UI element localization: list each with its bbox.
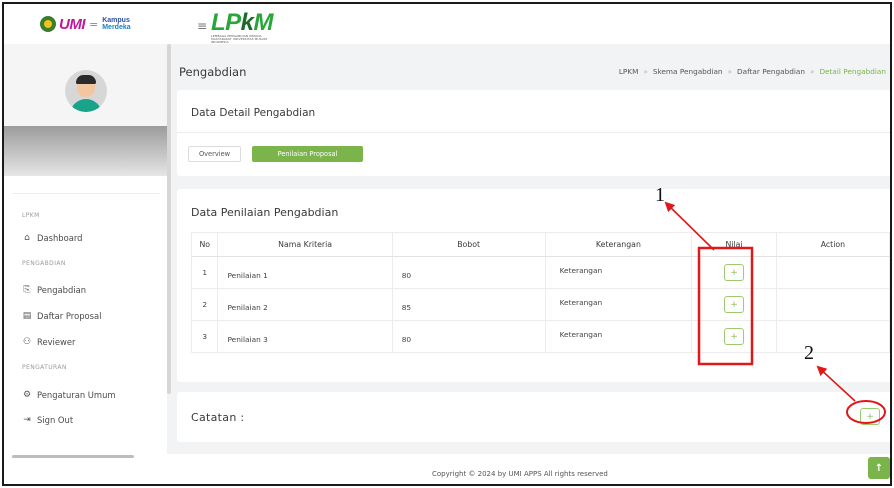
page-title: Pengabdian	[179, 65, 247, 79]
tab-overview[interactable]: Overview	[188, 146, 241, 162]
sidebar-item-label: Pengaturan Umum	[37, 389, 116, 400]
sidebar-item-label: Daftar Proposal	[37, 310, 102, 321]
cell-nilai: +	[691, 320, 777, 353]
column-header: Keterangan	[544, 232, 692, 257]
cell-action	[775, 256, 890, 289]
hamburger-icon[interactable]: ≡	[197, 19, 207, 33]
lpkm-logo[interactable]: LPkM LEMBAGA PENGABDIAN KEPADA MASYARAKA…	[211, 11, 279, 44]
topbar: ≡ LPkM LEMBAGA PENGABDIAN KEPADA MASYARA…	[167, 4, 890, 44]
penilaian-card-title: Data Penilaian Pengabdian	[191, 206, 339, 219]
add-nilai-button[interactable]: +	[724, 296, 745, 313]
sidebar-menu: LPKM ⌂ Dashboard PENGABDIAN ⎘ Pengabdian…	[4, 194, 167, 426]
cell-keterangan: Keterangan	[544, 256, 692, 289]
penilaian-card: Data Penilaian Pengabdian No Nama Kriter…	[177, 189, 890, 382]
catatan-label: Catatan :	[191, 411, 245, 424]
sidebar-item-label: Sign Out	[37, 414, 74, 425]
document-icon: ▤	[22, 310, 32, 321]
cell-nilai: +	[691, 288, 777, 321]
cell-bobot: 80	[391, 256, 546, 289]
annotation-label-2: 2	[804, 342, 814, 364]
sidebar-item-dashboard[interactable]: ⌂ Dashboard	[4, 231, 167, 244]
cell-keterangan: Keterangan	[544, 320, 692, 353]
sidebar-scrollbar-horizontal[interactable]	[12, 455, 134, 458]
breadcrumb-item[interactable]: Daftar Pengabdian	[737, 67, 805, 76]
sidebar-item-label: Pengabdian	[37, 284, 87, 295]
avatar[interactable]	[65, 70, 107, 112]
cell-nama-kriteria: Penilaian 1	[217, 256, 393, 289]
cell-action	[775, 320, 890, 353]
breadcrumb-separator: »	[809, 67, 815, 76]
add-nilai-button[interactable]: +	[724, 264, 745, 281]
cell-action	[775, 288, 890, 321]
sidebar: UMI = Kampus Merdeka LPKM ⌂ Dashboard PE…	[4, 4, 167, 484]
lpkm-logo-text: LPkM	[211, 9, 274, 36]
clipboard-icon: ⎘	[23, 284, 31, 295]
breadcrumb-item[interactable]: LPKM	[619, 67, 639, 76]
column-header: Nama Kriteria	[217, 232, 393, 257]
add-nilai-button[interactable]: +	[724, 328, 745, 345]
cell-bobot: 85	[391, 288, 546, 321]
user-icon: ⚇	[22, 336, 32, 347]
table-row: 2 Penilaian 2 85 Keterangan +	[190, 288, 890, 321]
cell-keterangan: Keterangan	[544, 288, 692, 321]
section-lpkm: LPKM	[22, 212, 40, 219]
cell-nama-kriteria: Penilaian 2	[217, 288, 393, 321]
sidebar-item-pengabdian[interactable]: ⎘ Pengabdian	[4, 283, 167, 296]
table-row: 3 Penilaian 3 80 Keterangan +	[190, 320, 890, 353]
home-icon: ⌂	[24, 232, 30, 243]
annotation-label-1: 1	[655, 184, 665, 206]
sidebar-item-label: Reviewer	[37, 336, 76, 347]
breadcrumb-current: Detail Pengabdian	[819, 67, 886, 76]
page-header: Pengabdian LPKM » Skema Pengabdian » Daf…	[167, 44, 890, 88]
table-row: 1 Penilaian 1 80 Keterangan +	[190, 256, 890, 289]
column-header: Action	[775, 232, 890, 257]
cell-bobot: 80	[391, 320, 546, 353]
scroll-to-top-button[interactable]: ↑	[868, 457, 890, 479]
umi-emblem-icon	[40, 16, 56, 32]
catatan-card: Catatan : +	[177, 392, 890, 442]
app-frame: UMI = Kampus Merdeka LPKM ⌂ Dashboard PE…	[2, 2, 892, 486]
detail-card-title: Data Detail Pengabdian	[191, 107, 316, 119]
cell-no: 2	[190, 288, 218, 321]
merdeka-text: Merdeka	[102, 24, 131, 31]
column-header: No	[190, 232, 218, 257]
logo-separator: =	[89, 17, 99, 31]
column-header: Bobot	[391, 232, 546, 257]
sidebar-item-pengaturan-umum[interactable]: ⚙ Pengaturan Umum	[4, 388, 167, 401]
sidebar-item-reviewer[interactable]: ⚇ Reviewer	[4, 335, 167, 348]
add-catatan-button[interactable]: +	[860, 408, 880, 425]
cell-nilai: +	[691, 256, 777, 289]
breadcrumb-separator: »	[643, 67, 648, 76]
lpkm-logo-subtitle: LEMBAGA PENGABDIAN KEPADA MASYARAKAT UNI…	[211, 34, 268, 44]
sidebar-item-sign-out[interactable]: ⇥ Sign Out	[4, 413, 167, 426]
umi-logo-text: UMI	[59, 15, 86, 33]
breadcrumb-separator: »	[727, 67, 733, 76]
section-pengabdian: PENGABDIAN	[22, 260, 66, 267]
tab-penilaian-proposal[interactable]: Penilaian Proposal	[252, 146, 363, 162]
profile-banner	[4, 126, 167, 176]
sidebar-scrollbar[interactable]	[167, 44, 171, 394]
profile-area	[4, 44, 167, 126]
copyright-text: Copyright © 2024 by UMI APPS All rights …	[432, 470, 608, 478]
cell-no: 3	[190, 320, 218, 353]
footer: Copyright © 2024 by UMI APPS All rights …	[167, 454, 890, 484]
arrow-up-icon: ↑	[874, 462, 884, 474]
kampus-text: Kampus	[102, 17, 130, 24]
kampus-merdeka-logo: Kampus Merdeka	[102, 17, 130, 31]
penilaian-table: No Nama Kriteria Bobot Keterangan Nilai …	[190, 232, 890, 353]
section-pengaturan: PENGATURAN	[22, 364, 67, 371]
settings-icon: ⚙	[22, 389, 32, 400]
detail-card: Data Detail Pengabdian Overview Penilaia…	[177, 90, 890, 176]
card-divider	[177, 132, 890, 133]
umi-logo[interactable]: UMI = Kampus Merdeka	[4, 4, 167, 44]
breadcrumb-item[interactable]: Skema Pengabdian	[653, 67, 723, 76]
table-header-row: No Nama Kriteria Bobot Keterangan Nilai …	[190, 232, 890, 257]
sign-out-icon: ⇥	[23, 414, 31, 425]
breadcrumb: LPKM » Skema Pengabdian » Daftar Pengabd…	[619, 67, 886, 76]
sidebar-item-label: Dashboard	[37, 232, 83, 243]
column-header: Nilai	[691, 232, 777, 257]
cell-no: 1	[190, 256, 218, 289]
sidebar-item-daftar-proposal[interactable]: ▤ Daftar Proposal	[4, 309, 167, 322]
cell-nama-kriteria: Penilaian 3	[217, 320, 393, 353]
